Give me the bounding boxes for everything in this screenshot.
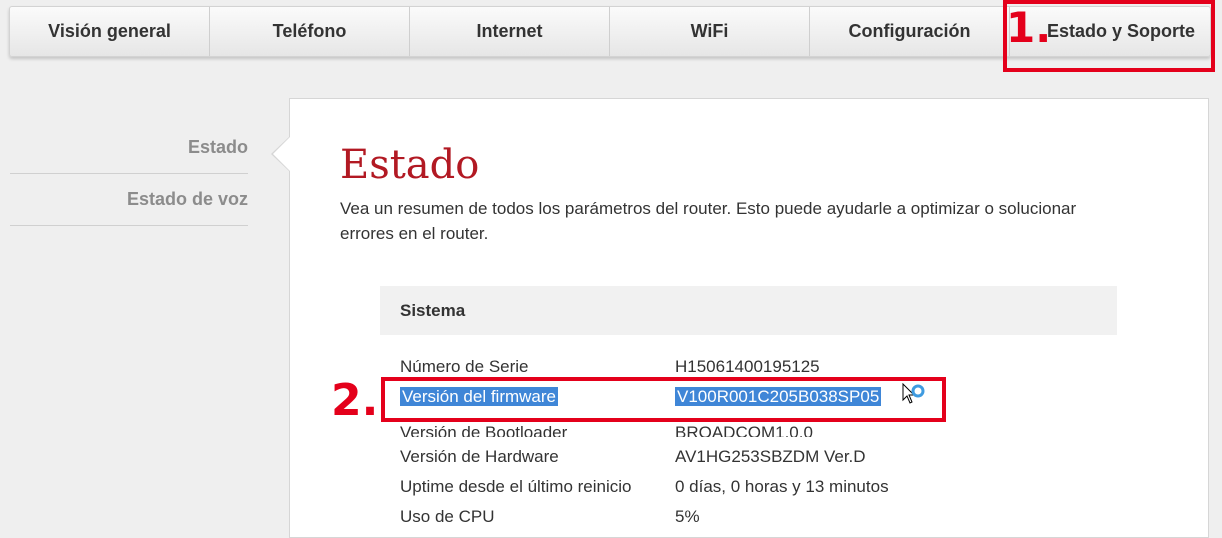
row-label: Uso de CPU [400, 507, 495, 526]
row-value: BROADCOM1.0.0 [675, 423, 813, 437]
sidebar-item-estado-de-voz[interactable]: Estado de voz [10, 174, 248, 226]
active-item-pointer-fill [273, 137, 290, 171]
busy-indicator-icon [911, 384, 925, 398]
row-value: 0 días, 0 horas y 13 minutos [675, 477, 889, 496]
row-label: Número de Serie [400, 357, 529, 376]
row-value: AV1HG253SBZDM Ver.D [675, 447, 866, 466]
tab-internet[interactable]: Internet [410, 7, 610, 56]
row-label: Versión de Hardware [400, 447, 559, 466]
annotation-number-2: 2. [331, 375, 379, 426]
row-value: 5% [675, 507, 700, 526]
tab-telefono[interactable]: Teléfono [210, 7, 410, 56]
side-nav: Estado Estado de voz [10, 122, 248, 226]
mouse-cursor-icon [902, 382, 928, 418]
tab-vision-general[interactable]: Visión general [10, 7, 210, 56]
page-title: Estado [340, 142, 480, 188]
info-row-uptime: Uptime desde el último reinicio 0 días, … [400, 472, 889, 502]
row-label: Versión de Bootloader [400, 423, 568, 437]
page-description: Vea un resumen de todos los parámetros d… [340, 199, 1077, 243]
annotation-box-2 [381, 377, 946, 422]
tab-wifi[interactable]: WiFi [610, 7, 810, 56]
row-value: H15061400195125 [675, 357, 820, 376]
sidebar-item-estado[interactable]: Estado [10, 122, 248, 174]
info-row-hardware: Versión de Hardware AV1HG253SBZDM Ver.D [400, 442, 866, 472]
tab-configuracion[interactable]: Configuración [810, 7, 1010, 56]
section-header-sistema: Sistema [380, 286, 1117, 335]
annotation-number-1: 1. [1006, 3, 1052, 52]
row-label: Uptime desde el último reinicio [400, 477, 632, 496]
